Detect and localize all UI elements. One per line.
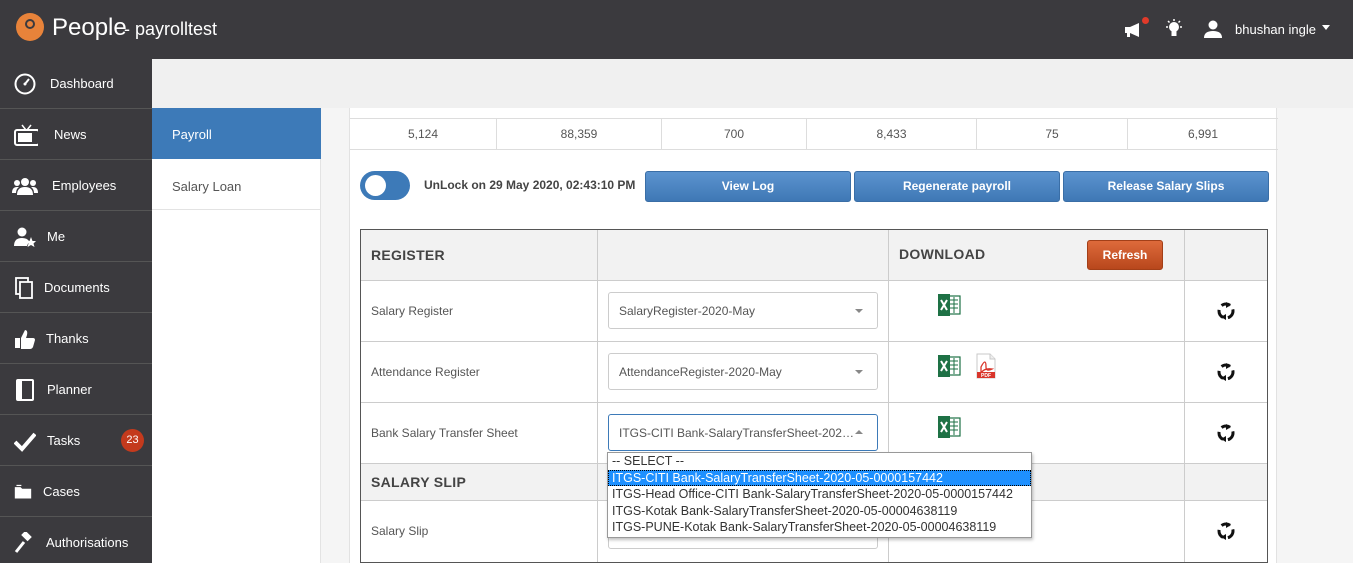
download-header: DOWNLOAD	[899, 246, 986, 262]
sidebar-item-label: Thanks	[46, 331, 89, 346]
salary-register-select[interactable]: SalaryRegister-2020-May	[608, 292, 878, 329]
chevron-down-icon	[855, 309, 863, 313]
sidebar: Dashboard News Employees Me Documents Th…	[0, 59, 152, 563]
sidebar-item-label: Documents	[44, 280, 110, 295]
user-menu-caret-icon[interactable]	[1322, 25, 1330, 30]
pdf-download-icon[interactable]: PDF	[975, 353, 997, 379]
idea-bulb-icon[interactable]	[1166, 19, 1182, 41]
check-icon	[14, 432, 36, 452]
user-star-icon	[14, 227, 36, 247]
thumbs-up-icon	[15, 330, 35, 349]
total-cell: 75	[977, 119, 1128, 149]
total-cell: 700	[662, 119, 807, 149]
row-label: Salary Slip	[371, 524, 429, 538]
sidebar-item-me[interactable]: Me	[0, 212, 152, 262]
chevron-down-icon	[855, 370, 863, 374]
dropdown-option[interactable]: ITGS-Kotak Bank-SalaryTransferSheet-2020…	[608, 503, 1031, 520]
sidebar-item-authorisations[interactable]: Authorisations	[0, 518, 152, 563]
dashboard-icon	[14, 73, 36, 95]
payroll-subnav: Payroll Salary Loan	[152, 108, 321, 563]
excel-download-icon[interactable]	[937, 354, 961, 378]
sidebar-item-cases[interactable]: Cases	[0, 467, 152, 517]
sidebar-item-label: News	[54, 127, 87, 142]
total-cell: 5,124	[350, 119, 497, 149]
regenerate-icon[interactable]	[1216, 362, 1236, 382]
documents-icon	[15, 277, 33, 299]
dropdown-option[interactable]: ITGS-Head Office-CITI Bank-SalaryTransfe…	[608, 486, 1031, 503]
sidebar-item-label: Planner	[47, 382, 92, 397]
row-label: Attendance Register	[371, 365, 480, 379]
dropdown-option[interactable]: -- SELECT --	[608, 453, 1031, 470]
unlock-status-text: UnLock on 29 May 2020, 02:43:10 PM	[424, 178, 636, 192]
dropdown-option-selected[interactable]: ITGS-CITI Bank-SalaryTransferSheet-2020-…	[608, 469, 1031, 486]
subnav-item-salary-loan[interactable]: Salary Loan	[152, 159, 321, 210]
totals-row: 5,124 88,359 700 8,433 75 6,991	[350, 118, 1278, 150]
announcement-icon[interactable]	[1124, 22, 1146, 38]
bank-transfer-sheet-select[interactable]: ITGS-CITI Bank-SalaryTransferSheet-2020-…	[608, 414, 878, 451]
regenerate-icon[interactable]	[1216, 301, 1236, 321]
sidebar-item-thanks[interactable]: Thanks	[0, 314, 152, 364]
total-cell: 6,991	[1187, 127, 1219, 141]
salary-slip-header: SALARY SLIP	[371, 474, 467, 490]
view-log-button[interactable]: View Log	[645, 171, 851, 202]
page-toolbar-strip	[152, 59, 1353, 108]
sidebar-item-label: Cases	[43, 484, 80, 499]
notification-dot	[1142, 17, 1149, 24]
select-value: ITGS-CITI Bank-SalaryTransferSheet-2020-…	[619, 426, 854, 440]
tv-icon	[14, 124, 38, 146]
user-name[interactable]: bhushan ingle	[1235, 22, 1316, 37]
sidebar-item-label: Authorisations	[46, 535, 129, 550]
table-row: Salary Register SalaryRegister-2020-May	[361, 281, 1267, 342]
sidebar-item-label: Dashboard	[50, 76, 114, 91]
unlock-toggle[interactable]	[360, 171, 410, 200]
register-header-row: REGISTER DOWNLOAD Refresh	[361, 230, 1267, 281]
sidebar-item-tasks[interactable]: Tasks 23	[0, 416, 152, 466]
tasks-count-badge: 23	[121, 429, 144, 452]
table-row: Attendance Register AttendanceRegister-2…	[361, 342, 1267, 403]
folder-icon	[14, 484, 32, 499]
app-name[interactable]: People	[52, 14, 127, 42]
notebook-icon	[16, 379, 34, 401]
sidebar-item-documents[interactable]: Documents	[0, 263, 152, 313]
bank-transfer-sheet-options[interactable]: -- SELECT -- ITGS-CITI Bank-SalaryTransf…	[607, 452, 1032, 538]
sidebar-item-label: Tasks	[47, 433, 81, 448]
total-cell: 88,359	[497, 119, 662, 149]
attendance-register-select[interactable]: AttendanceRegister-2020-May	[608, 353, 878, 390]
group-icon	[12, 178, 38, 195]
people-logo-icon[interactable]	[16, 13, 44, 41]
sidebar-item-news[interactable]: News	[0, 110, 152, 160]
sidebar-item-employees[interactable]: Employees	[0, 161, 152, 211]
sidebar-item-label: Me	[47, 229, 66, 244]
row-label: Bank Salary Transfer Sheet	[371, 426, 518, 440]
release-salary-slips-button[interactable]: Release Salary Slips	[1063, 171, 1269, 202]
top-bar: People - payrolltest bhushan ingle	[0, 0, 1353, 59]
select-value: AttendanceRegister-2020-May	[619, 365, 782, 379]
gavel-icon	[14, 532, 32, 553]
sidebar-item-label: Employees	[52, 178, 117, 193]
regenerate-icon[interactable]	[1216, 521, 1236, 541]
svg-text:PDF: PDF	[981, 373, 991, 379]
chevron-up-icon	[855, 430, 863, 434]
dropdown-option[interactable]: ITGS-PUNE-Kotak Bank-SalaryTransferSheet…	[608, 519, 1031, 536]
select-value: SalaryRegister-2020-May	[619, 304, 756, 318]
excel-download-icon[interactable]	[937, 415, 961, 439]
excel-download-icon[interactable]	[937, 293, 961, 317]
regenerate-icon[interactable]	[1216, 423, 1236, 443]
regenerate-payroll-button[interactable]: Regenerate payroll	[854, 171, 1060, 202]
user-icon[interactable]	[1204, 20, 1222, 38]
register-header: REGISTER	[371, 247, 445, 263]
company-name: - payrolltest	[124, 19, 218, 39]
row-label: Salary Register	[371, 304, 454, 318]
total-cell: 8,433	[807, 119, 977, 149]
sidebar-item-dashboard[interactable]: Dashboard	[0, 59, 152, 109]
sidebar-item-planner[interactable]: Planner	[0, 365, 152, 415]
subnav-item-payroll[interactable]: Payroll	[152, 108, 321, 159]
refresh-button[interactable]: Refresh	[1087, 240, 1163, 270]
